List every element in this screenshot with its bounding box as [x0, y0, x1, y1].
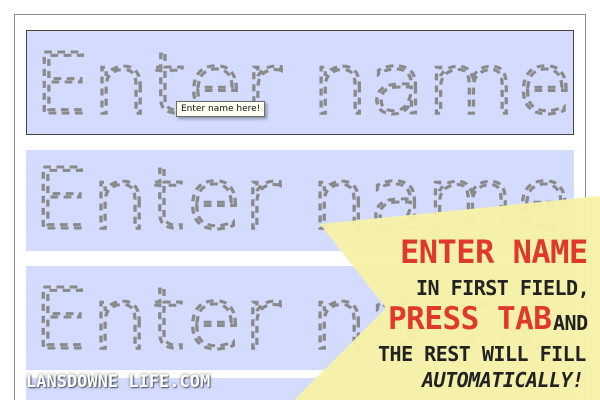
traced-text-1: Enter name — [32, 34, 574, 135]
callout-line-automatically: AUTOMATICALLY! — [422, 368, 584, 392]
callout-line-first-field: IN FIRST FIELD, — [416, 276, 590, 300]
callout-line-press-tab: PRESS TAB — [388, 301, 552, 337]
instruction-callout: ENTER NAME IN FIRST FIELD, PRESS TAB AND… — [294, 196, 600, 400]
callout-line-and: AND — [553, 311, 588, 335]
site-watermark: LANSDOWNE LIFE.COM — [26, 372, 211, 392]
callout-line-enter-name: ENTER NAME — [400, 233, 588, 271]
placeholder-text-1: Enter name — [33, 35, 573, 133]
callout-line-rest-fill: THE REST WILL FILL — [378, 342, 586, 366]
tooltip: Enter name here! — [176, 101, 266, 117]
name-field-1[interactable]: Enter name — [26, 30, 574, 135]
